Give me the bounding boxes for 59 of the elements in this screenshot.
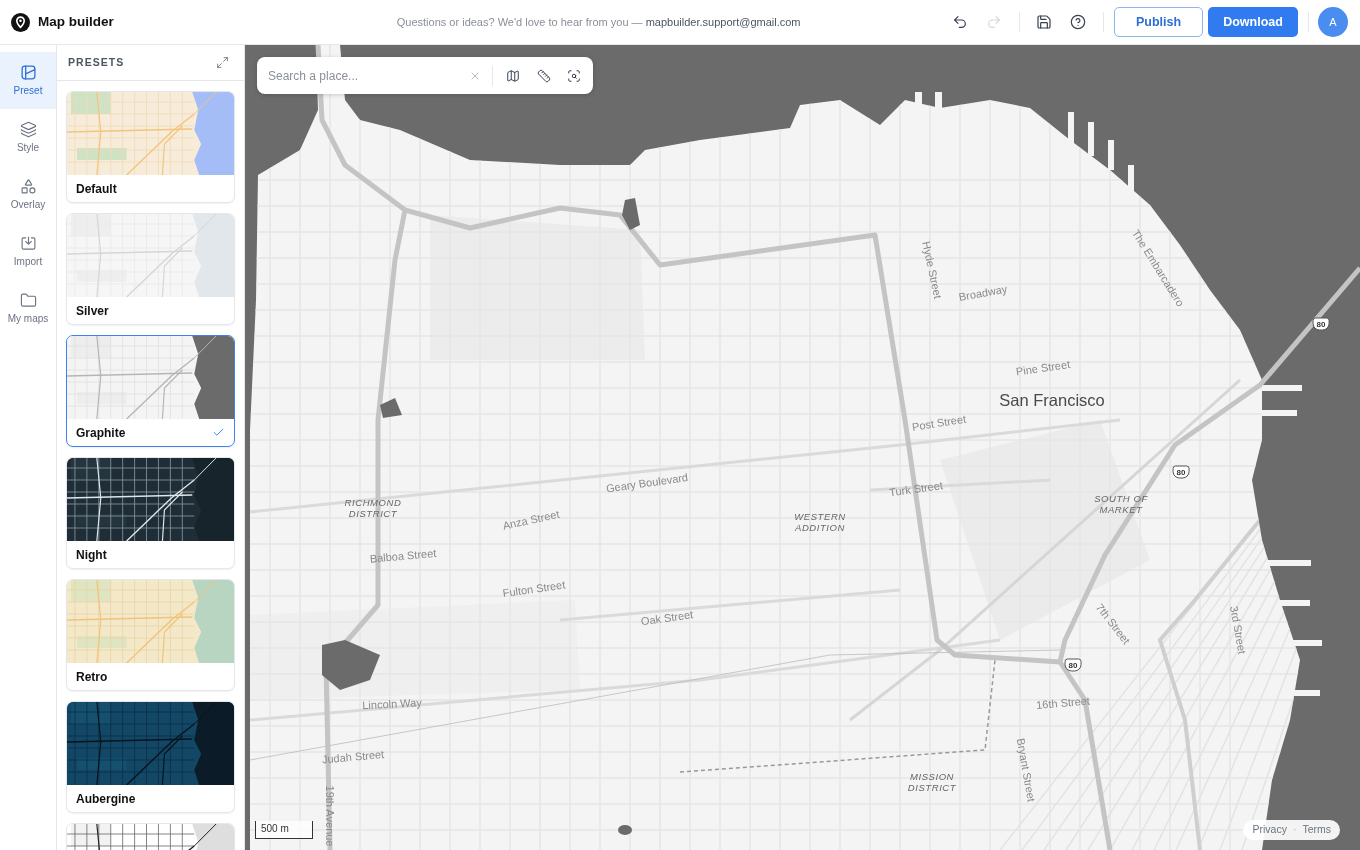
nav-tab[interactable]: Preset bbox=[0, 52, 56, 109]
street-label: 19th Avenue bbox=[323, 785, 338, 847]
scan-search-icon bbox=[567, 68, 582, 83]
street-label: 3rd Street bbox=[1227, 604, 1250, 656]
ruler-icon bbox=[536, 68, 551, 83]
shapes-icon bbox=[19, 178, 37, 195]
street-label: Post Street bbox=[910, 411, 968, 435]
street-label: 16th Street bbox=[1035, 693, 1091, 714]
link-separator: · bbox=[1292, 822, 1297, 838]
map-pin-logo-icon bbox=[11, 12, 30, 32]
privacy-link[interactable]: Privacy bbox=[1252, 822, 1287, 838]
folded-map-square-icon bbox=[19, 64, 37, 81]
preset-name: Default bbox=[76, 180, 117, 198]
district-label: MISSION DISTRICT bbox=[906, 771, 958, 793]
street-label: Geary Boulevard bbox=[605, 470, 689, 497]
panel-title: PRESETS bbox=[68, 54, 125, 70]
scale-bar: 500 m bbox=[255, 821, 313, 839]
preset-card[interactable]: Retro bbox=[66, 579, 235, 691]
preset-name: Retro bbox=[76, 668, 108, 686]
preset-name: Aubergine bbox=[76, 790, 136, 808]
app-title: Map builder bbox=[38, 12, 114, 31]
district-label: RICHMOND DISTRICT bbox=[343, 497, 403, 519]
street-label: Balboa Street bbox=[369, 545, 437, 567]
street-label: Pine Street bbox=[1014, 357, 1072, 380]
feedback-message: Questions or ideas? We'd love to hear from you — mapbuilder.support@gmail.com bbox=[396, 14, 801, 30]
preset-name: Night bbox=[76, 546, 107, 564]
street-label: Broadway bbox=[957, 281, 1009, 305]
terms-link[interactable]: Terms bbox=[1302, 822, 1331, 838]
city-label: San Francisco bbox=[999, 389, 1105, 411]
street-label: Bryant Street bbox=[1013, 736, 1039, 804]
preset-card[interactable]: Graphite bbox=[66, 335, 235, 447]
expand-button[interactable] bbox=[214, 54, 230, 71]
preset-name: Silver bbox=[76, 302, 109, 320]
user-avatar[interactable]: A bbox=[1318, 7, 1348, 37]
layers-icon bbox=[19, 121, 37, 138]
preset-card[interactable]: Default bbox=[66, 91, 235, 203]
district-label: SOUTH OF MARKET bbox=[1093, 493, 1149, 515]
folder-icon bbox=[19, 292, 37, 309]
street-label: Fulton Street bbox=[501, 577, 567, 602]
search-bar[interactable]: Search a place... bbox=[257, 57, 593, 94]
street-label: Judah Street bbox=[321, 747, 385, 768]
tray-arrow-down-icon bbox=[19, 235, 37, 252]
search-field[interactable]: Search a place... bbox=[263, 61, 459, 90]
street-label: Hyde Street bbox=[919, 239, 946, 301]
district-label: WESTERN ADDITION bbox=[793, 511, 847, 533]
street-label: Lincoln Way bbox=[361, 695, 423, 714]
street-label: Oak Street bbox=[639, 607, 695, 630]
expand-arrows-icon bbox=[215, 56, 229, 69]
preset-name: Graphite bbox=[76, 424, 126, 442]
publish-button[interactable]: Publish bbox=[1114, 7, 1203, 37]
download-button[interactable]: Download bbox=[1208, 7, 1298, 37]
street-label: Anza Street bbox=[501, 506, 561, 534]
preset-card[interactable]: Night bbox=[66, 457, 235, 569]
street-label: Turk Street bbox=[888, 478, 944, 501]
preset-card[interactable]: Silver bbox=[66, 213, 235, 325]
support-email-link[interactable]: mapbuilder.support@gmail.com bbox=[645, 15, 801, 28]
check-icon bbox=[212, 426, 225, 439]
preset-card[interactable]: Aubergine bbox=[66, 701, 235, 813]
folded-map-icon bbox=[506, 68, 521, 83]
